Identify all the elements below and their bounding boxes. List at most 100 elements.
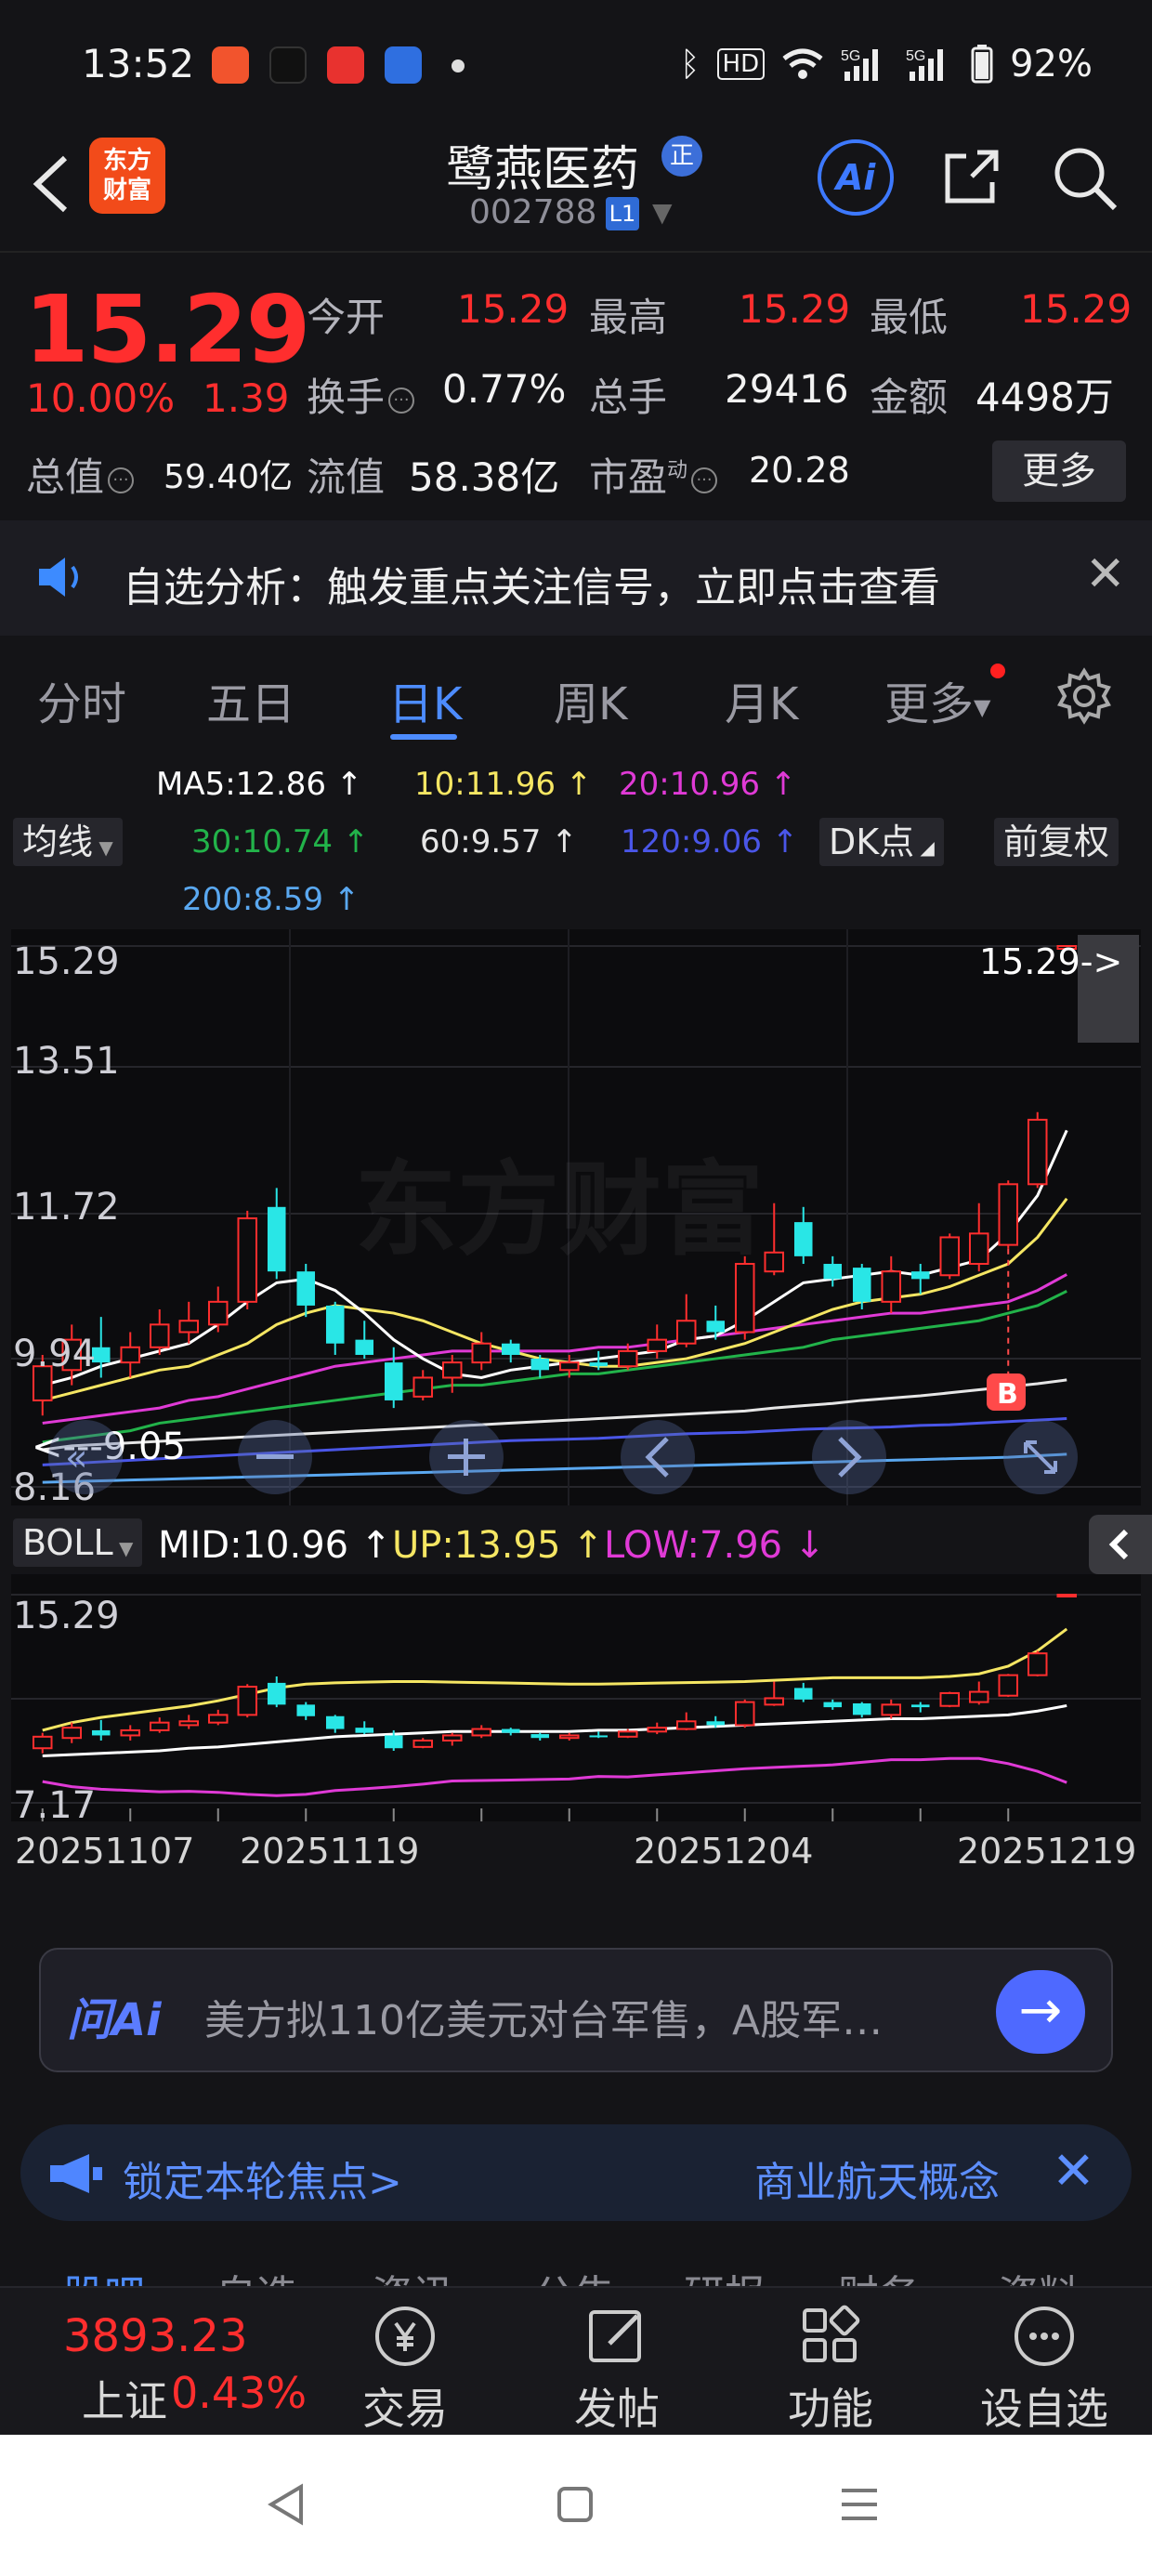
ma30-value: 30:10.74 ↑ — [191, 823, 370, 861]
tab-notice[interactable]: 公告 — [533, 2262, 615, 2286]
price-adjust-button[interactable]: 前复权 — [994, 818, 1119, 866]
index-percent: 0.43% — [171, 2368, 308, 2418]
eastmoney-logo[interactable]: 东方 财富 — [89, 138, 165, 214]
boll-chart[interactable]: 15.29 7.17 — [11, 1574, 1141, 1827]
candle-body — [355, 1339, 374, 1355]
kline-chart[interactable]: 东方财富 15.29 13.51 11.72 9.94 8.16 15.29->… — [11, 929, 1141, 1509]
boll-y-top: 15.29 — [13, 1595, 120, 1637]
notification-dot — [990, 664, 1005, 678]
candle-body — [471, 1342, 492, 1364]
boll-mid: MID:10.96 ↑ — [158, 1524, 392, 1567]
candle-body — [764, 1251, 785, 1273]
tab-five-day[interactable]: 五日 — [206, 667, 295, 732]
boll-candle-body — [939, 1691, 961, 1707]
tab-watch[interactable]: 自选 — [216, 2262, 297, 2286]
candle-body — [530, 1359, 550, 1371]
tab-guba[interactable]: 股吧 — [63, 2262, 145, 2286]
open-value: 15.29 — [457, 286, 569, 332]
focus-text: 锁定本轮焦点> — [123, 2159, 402, 2206]
nav-menu-icon[interactable] — [836, 2481, 883, 2528]
candle-body — [325, 1305, 345, 1344]
speaker-icon — [39, 558, 78, 597]
date-label: 20251119 — [240, 1831, 420, 1872]
index-name: 上证 — [82, 2376, 167, 2426]
candle-body — [501, 1343, 520, 1355]
tab-daily-k[interactable]: 日K — [388, 667, 462, 732]
date-label: 20251219 — [957, 1831, 1137, 1872]
boll-candle-body — [325, 1715, 345, 1729]
tab-weekly-k[interactable]: 周K — [554, 667, 627, 732]
nav-back-icon[interactable] — [264, 2481, 310, 2528]
tab-intraday[interactable]: 分时 — [37, 667, 126, 732]
analysis-alert[interactable]: 自选分析：触发重点关注信号，立即点击查看 ✕ — [0, 520, 1152, 636]
tab-more[interactable]: 更多▼ — [884, 667, 990, 732]
high-label: 最高 — [589, 295, 668, 340]
boll-svg[interactable]: 15.29 7.17 — [11, 1574, 1141, 1827]
yen-icon — [375, 2307, 435, 2366]
kline-svg[interactable]: 东方财富 15.29 13.51 11.72 9.94 8.16 15.29->… — [11, 929, 1141, 1509]
tab-profile[interactable]: 资料 — [998, 2262, 1080, 2286]
post-button[interactable]: 发帖 — [552, 2301, 682, 2437]
side-panel-toggle[interactable] — [1089, 1515, 1152, 1574]
boll-candle-body — [296, 1704, 316, 1716]
add-watchlist-button[interactable]: 设自选 — [979, 2301, 1109, 2437]
open-label: 今开 — [307, 295, 386, 340]
info-icon[interactable]: ··· — [388, 387, 415, 414]
candle-body — [207, 1300, 229, 1326]
scroll-left-button[interactable] — [621, 1420, 695, 1494]
low-value: 15.29 — [1020, 286, 1132, 332]
trade-button[interactable]: 交易 — [340, 2301, 470, 2437]
boll-low: LOW:7.96 ↓ — [604, 1524, 826, 1567]
gear-icon[interactable] — [1055, 667, 1113, 725]
tab-news[interactable]: 资讯 — [372, 2262, 453, 2286]
search-icon[interactable] — [1050, 143, 1120, 214]
change-amount: 1.39 — [203, 375, 290, 421]
signal-5g-icon-2: 5G — [906, 48, 944, 81]
info-icon[interactable]: ··· — [108, 467, 135, 493]
arrow-right-icon[interactable]: → — [996, 1970, 1085, 2054]
ma-type-button[interactable]: 均线 ▼ — [13, 818, 123, 866]
level-badge[interactable]: L1 — [606, 197, 639, 230]
candle-body — [120, 1346, 141, 1364]
tab-monthly-k[interactable]: 月K — [725, 667, 798, 732]
boll-candle-body — [267, 1682, 286, 1705]
chevron-down-icon[interactable]: ▼ — [652, 197, 673, 228]
back-button[interactable] — [28, 151, 72, 233]
corner-icon: ◢ — [914, 836, 935, 859]
caret-down-icon: ▼ — [112, 1537, 134, 1559]
system-nav-bar — [0, 2435, 1152, 2576]
signal-5g-icon: 5G — [841, 48, 879, 81]
boll-y-bottom: 7.17 — [13, 1784, 96, 1821]
candle-body — [617, 1349, 638, 1368]
share-icon[interactable] — [938, 143, 1005, 210]
index-ticker[interactable]: 3893.23 上证 0.43% — [0, 2288, 316, 2437]
stock-header: 东方 财富 鹭燕医药 正 002788 L1 ▼ Ai — [0, 130, 1152, 251]
boll-candle-body — [558, 1734, 580, 1740]
more-quote-button[interactable]: 更多 — [992, 440, 1126, 502]
ma20-value: 20:10.96 ↑ — [619, 766, 797, 803]
boll-candle-body — [968, 1690, 989, 1703]
boll-candle-body — [823, 1702, 843, 1708]
close-icon[interactable]: ✕ — [1052, 2141, 1095, 2201]
dk-point-button[interactable]: DK点 ◢ — [819, 818, 944, 866]
ai-search-box[interactable]: 问Ai 美方拟110亿美元对台军售，A股军… → — [39, 1948, 1113, 2072]
boll-candle-body — [998, 1674, 1019, 1697]
scroll-right-button[interactable] — [812, 1420, 886, 1494]
indicator-select-button[interactable]: BOLL ▼ — [13, 1518, 143, 1567]
candle-body — [910, 1271, 930, 1280]
nav-home-icon[interactable] — [552, 2481, 598, 2528]
function-button[interactable]: 功能 — [766, 2301, 896, 2437]
boll-candle-body — [207, 1714, 229, 1724]
stock-badge: 正 — [661, 136, 702, 177]
ai-assistant-button[interactable]: Ai — [818, 139, 894, 216]
focus-tag[interactable]: 商业航天概念 — [754, 2149, 1000, 2208]
current-price: 15.29 — [24, 275, 310, 384]
pe-value: 20.28 — [749, 450, 850, 491]
ai-label: 问Ai — [67, 1994, 162, 2046]
hd-icon: HD — [716, 48, 766, 80]
tab-report[interactable]: 研报 — [684, 2262, 766, 2286]
close-icon[interactable]: ✕ — [1085, 546, 1126, 602]
info-icon[interactable]: ··· — [691, 467, 718, 493]
tab-finance[interactable]: 财务 — [838, 2262, 920, 2286]
focus-banner[interactable]: 锁定本轮焦点> 商业航天概念 ✕ — [20, 2124, 1132, 2221]
